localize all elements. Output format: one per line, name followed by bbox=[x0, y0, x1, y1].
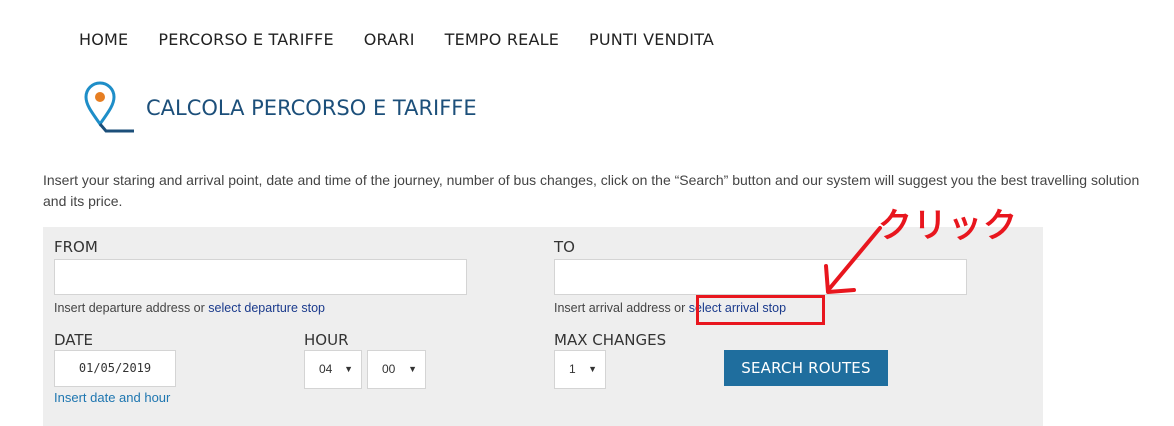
route-search-form bbox=[43, 227, 1043, 426]
max-changes-value: 1 bbox=[569, 362, 576, 376]
from-hint-text: Insert departure address or bbox=[54, 301, 205, 315]
from-hint: Insert departure address or select depar… bbox=[54, 301, 325, 315]
from-label: FROM bbox=[54, 238, 98, 256]
map-pin-route-icon bbox=[84, 81, 134, 133]
hour-select[interactable]: 04 ▼ bbox=[304, 350, 362, 389]
select-departure-stop-link[interactable]: select departure stop bbox=[208, 301, 325, 315]
insert-date-link[interactable]: Insert date and hour bbox=[54, 390, 170, 405]
page-title: CALCOLA PERCORSO E TARIFFE bbox=[146, 96, 477, 120]
to-label: TO bbox=[554, 238, 575, 256]
date-label: DATE bbox=[54, 331, 94, 349]
nav-punti-vendita[interactable]: PUNTI VENDITA bbox=[589, 30, 714, 49]
chevron-down-icon: ▼ bbox=[588, 364, 597, 374]
nav-orari[interactable]: ORARI bbox=[364, 30, 415, 49]
annotation-label: クリック bbox=[878, 206, 1018, 246]
search-routes-button[interactable]: SEARCH ROUTES bbox=[724, 350, 888, 386]
max-changes-label: MAX CHANGES bbox=[554, 331, 667, 349]
hour-label: HOUR bbox=[304, 331, 349, 349]
max-changes-select[interactable]: 1 ▼ bbox=[554, 350, 606, 389]
to-input[interactable] bbox=[554, 259, 967, 295]
hour-select-value: 04 bbox=[319, 362, 333, 376]
minute-select[interactable]: 00 ▼ bbox=[367, 350, 426, 389]
nav-home[interactable]: HOME bbox=[79, 30, 128, 49]
chevron-down-icon: ▼ bbox=[344, 364, 353, 374]
from-input[interactable] bbox=[54, 259, 467, 295]
date-input[interactable]: 01/05/2019 bbox=[54, 350, 176, 387]
arrow-icon bbox=[824, 226, 882, 294]
main-nav: HOME PERCORSO E TARIFFE ORARI TEMPO REAL… bbox=[79, 30, 744, 49]
nav-tempo-reale[interactable]: TEMPO REALE bbox=[445, 30, 559, 49]
minute-select-value: 00 bbox=[382, 362, 396, 376]
highlight-box bbox=[696, 295, 825, 325]
nav-percorso-e-tariffe[interactable]: PERCORSO E TARIFFE bbox=[158, 30, 333, 49]
to-hint-text: Insert arrival address or bbox=[554, 301, 686, 315]
chevron-down-icon: ▼ bbox=[408, 364, 417, 374]
